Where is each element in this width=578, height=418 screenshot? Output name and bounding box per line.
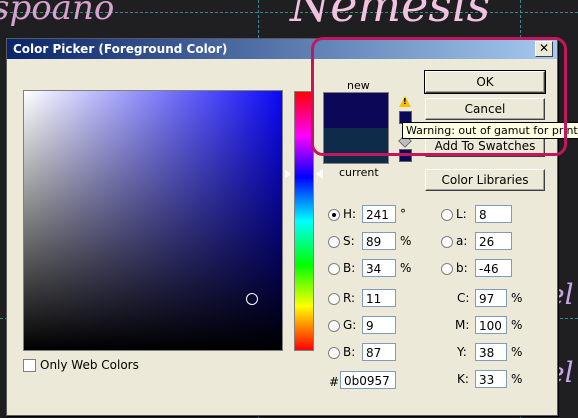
yellow-unit: %: [511, 345, 523, 359]
only-web-colors-checkbox[interactable]: [23, 359, 36, 372]
gamut-warning-tooltip: Warning: out of gamut for printing: [402, 122, 578, 139]
hue-unit: °: [400, 207, 406, 221]
cyan-label: C:: [457, 291, 470, 305]
new-label: new: [347, 79, 370, 92]
brightness-input[interactable]: 34: [362, 259, 396, 277]
hue-slider[interactable]: [294, 91, 314, 351]
hex-label: #: [329, 375, 340, 389]
yellow-label: Y:: [457, 345, 467, 359]
a-label: a:: [456, 234, 468, 248]
dialog-title: Color Picker (Foreground Color): [13, 42, 228, 56]
only-web-colors-label: Only Web Colors: [40, 358, 139, 372]
black-unit: %: [511, 372, 523, 386]
radio-green[interactable]: [328, 320, 340, 332]
yellow-input[interactable]: 38: [475, 343, 507, 361]
hex-input[interactable]: 0b0957: [340, 371, 396, 389]
radio-a[interactable]: [441, 236, 453, 248]
close-icon: ✕: [538, 41, 550, 55]
color-libraries-button[interactable]: Color Libraries: [425, 169, 545, 191]
radio-hue[interactable]: [328, 209, 340, 221]
b-lab-label: b:: [456, 261, 468, 275]
warning-icon[interactable]: !: [399, 96, 411, 107]
background-text: spoano: [0, 0, 115, 28]
color-picker-cursor[interactable]: [246, 293, 258, 305]
black-label: K:: [457, 372, 469, 386]
web-safe-color-swatch[interactable]: [399, 149, 412, 162]
blue-input[interactable]: 87: [362, 343, 396, 361]
radio-b-lab[interactable]: [441, 263, 453, 275]
radio-brightness[interactable]: [328, 263, 340, 275]
saturation-brightness-field[interactable]: [23, 90, 283, 351]
red-input[interactable]: 11: [362, 289, 396, 307]
ok-button[interactable]: OK: [424, 70, 546, 94]
close-button[interactable]: ✕: [535, 41, 553, 57]
color-picker-dialog: Color Picker (Foreground Color) ✕ new cu…: [6, 38, 578, 416]
brightness-unit: %: [400, 261, 412, 275]
title-bar[interactable]: Color Picker (Foreground Color) ✕: [7, 39, 557, 59]
black-input[interactable]: 33: [475, 370, 507, 388]
blue-label: B:: [343, 345, 356, 359]
hue-input[interactable]: 241: [362, 205, 396, 223]
green-label: G:: [343, 318, 357, 332]
saturation-label: S:: [343, 234, 355, 248]
radio-l[interactable]: [441, 209, 453, 221]
hue-slider-handle-right[interactable]: [316, 169, 323, 179]
magenta-unit: %: [511, 318, 523, 332]
cyan-input[interactable]: 97: [475, 289, 507, 307]
magenta-label: M:: [455, 318, 470, 332]
background-text: Nemesis: [290, 0, 491, 32]
hue-label: H:: [343, 207, 357, 221]
new-color-swatch: [324, 93, 388, 128]
saturation-input[interactable]: 89: [362, 232, 396, 250]
color-preview: [323, 92, 389, 164]
hue-slider-handle-left[interactable]: [285, 169, 292, 179]
radio-saturation[interactable]: [328, 236, 340, 248]
l-label: L:: [456, 207, 467, 221]
current-label: current: [339, 166, 379, 179]
radio-blue[interactable]: [328, 347, 340, 359]
cancel-button[interactable]: Cancel: [425, 98, 545, 120]
radio-red[interactable]: [328, 293, 340, 305]
current-color-swatch[interactable]: [324, 128, 388, 163]
l-input[interactable]: 8: [475, 205, 512, 223]
cyan-unit: %: [511, 291, 523, 305]
red-label: R:: [343, 291, 356, 305]
a-input[interactable]: 26: [475, 232, 512, 250]
b-lab-input[interactable]: -46: [475, 259, 512, 277]
green-input[interactable]: 9: [362, 316, 396, 334]
brightness-label: B:: [343, 261, 356, 275]
magenta-input[interactable]: 100: [475, 316, 507, 334]
saturation-unit: %: [400, 234, 412, 248]
